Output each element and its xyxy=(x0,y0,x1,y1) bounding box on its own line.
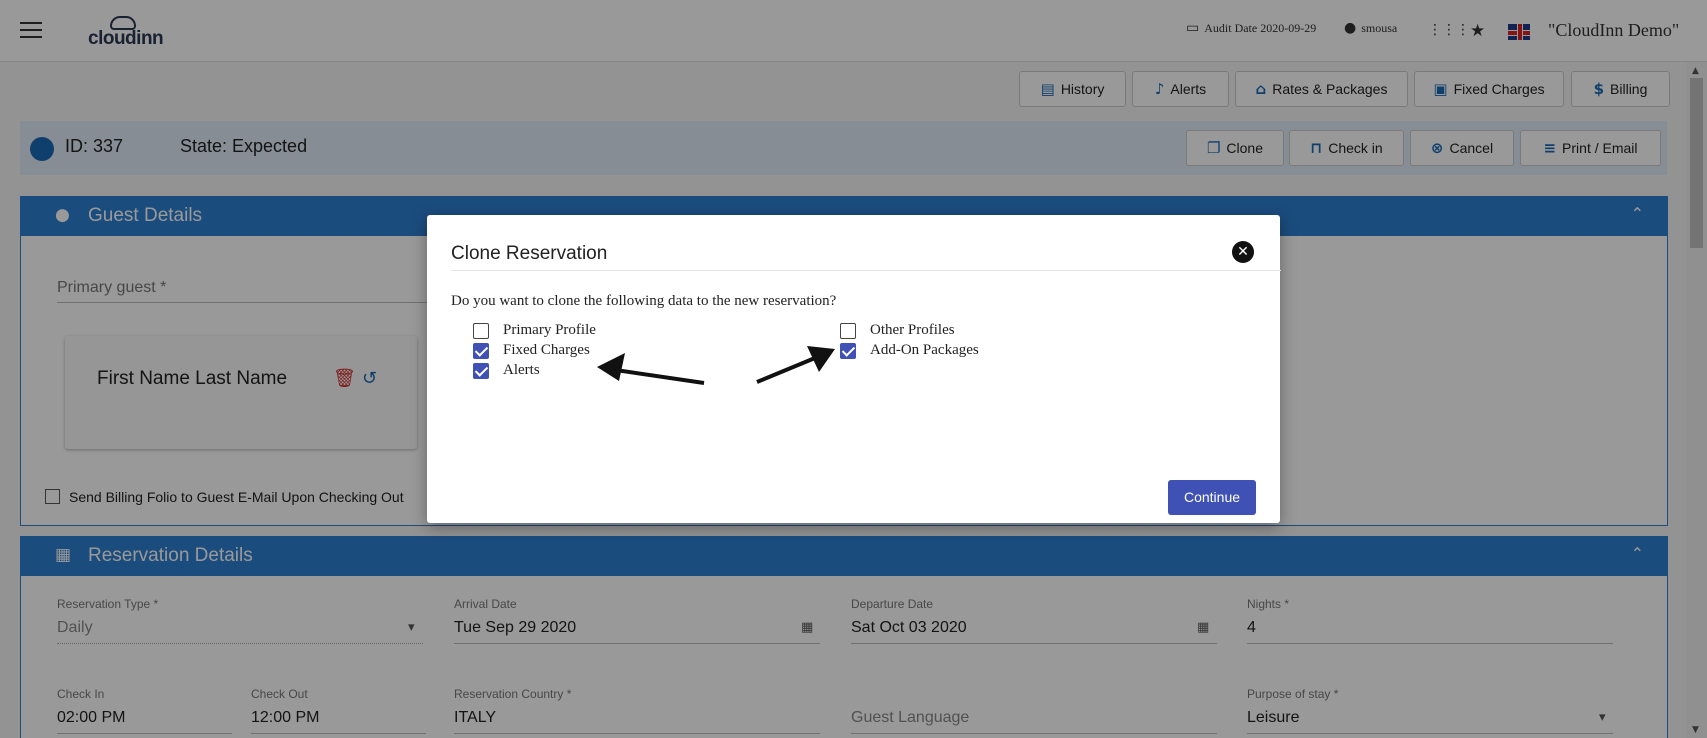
annotation-arrows xyxy=(597,346,835,385)
continue-button[interactable]: Continue xyxy=(1168,480,1256,515)
arrow-to-add-on-packages xyxy=(756,346,835,384)
arrow-to-fixed-charges xyxy=(597,353,705,385)
clone-reservation-dialog: Clone Reservation ✕ Do you want to clone… xyxy=(427,215,1281,523)
